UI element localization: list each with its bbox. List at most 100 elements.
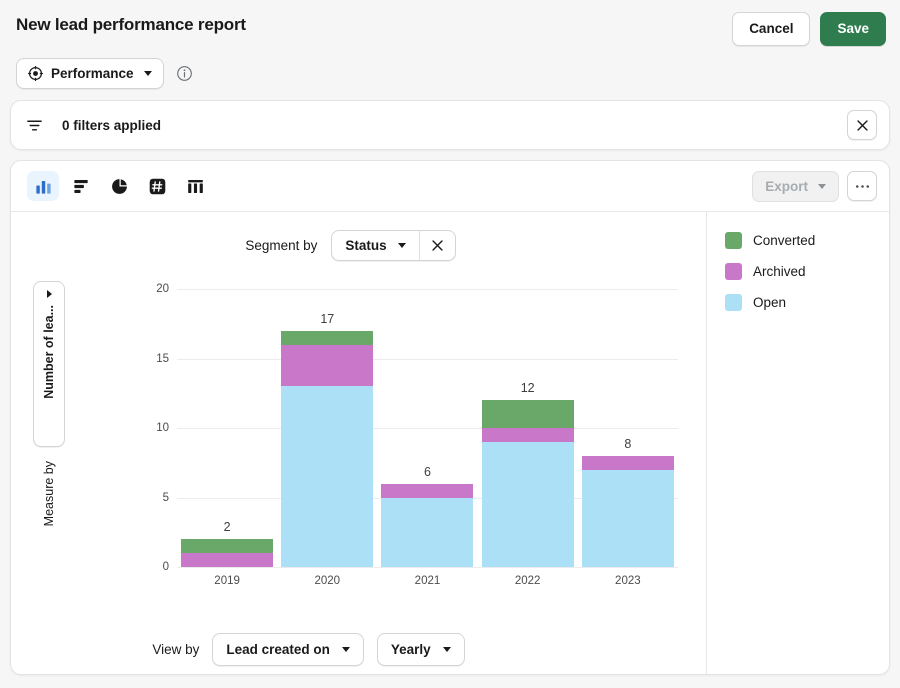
bar-total-label: 8 [624,436,632,451]
page-title: New lead performance report [16,15,246,34]
chart-body: Segment by Status Number of lea... Measu… [11,212,889,674]
bar-total-label: 17 [320,311,335,326]
close-icon [432,240,443,251]
filter-icon[interactable] [25,116,44,135]
chevron-down-icon [397,243,406,248]
segment-by-label: Segment by [245,238,318,253]
bar-series: 2 17 6 12 8 [177,277,678,567]
y-axis-tick-label: 5 [162,491,169,504]
hash-number-icon [149,178,165,194]
bar-segment[interactable] [281,330,374,345]
horizontal-bar-chart-icon [73,179,88,193]
cancel-button[interactable]: Cancel [732,12,811,46]
legend-swatch [725,263,742,280]
y-axis-tick-label: 20 [156,283,169,295]
measure-column: Number of lea... Measure by [27,281,71,591]
legend-label: Open [753,295,787,310]
bar-total-label: 2 [223,520,231,535]
bar-segment[interactable] [181,553,274,567]
bar-total-label: 6 [423,464,431,479]
legend-item[interactable]: Archived [725,263,889,280]
y-axis-tick-label: 10 [156,422,169,434]
bar-segment[interactable] [281,386,374,567]
viz-tab-pie-chart[interactable] [103,171,135,201]
filter-bar: 0 filters applied [10,100,890,150]
legend-swatch [725,232,742,249]
chevron-right-icon [46,290,52,298]
bar-segment[interactable] [481,428,574,442]
y-axis-tick-label: 15 [156,352,169,365]
chevron-down-icon [143,70,152,76]
bar-column[interactable]: 17 [281,277,374,567]
more-actions-button[interactable] [847,171,877,201]
chart-card: Export Segment by Status Number of lea..… [10,160,890,675]
info-icon[interactable] [176,65,193,82]
legend-label: Converted [753,233,816,248]
viz-tab-table[interactable] [179,171,211,201]
legend-swatch [725,294,742,311]
bar-column[interactable]: 2 [181,277,274,567]
x-axis-label: 2023 [615,575,641,587]
toolbar-right-actions: Export [752,170,877,202]
chart-main-area: Segment by Status Number of lea... Measu… [11,212,707,674]
chart-legend: Converted Archived Open [707,212,889,674]
close-icon [856,119,868,131]
vertical-bar-chart-icon [35,180,51,194]
bar-column[interactable]: 8 [581,277,674,567]
bar-segment[interactable] [581,469,674,567]
x-axis-label: 2019 [214,575,240,587]
chevron-down-icon [341,647,350,652]
measure-axis-label: Number of lea... [42,305,56,399]
plot-area: Number of lea... Measure by 0 5 10 15 20 2 17… [11,269,690,599]
view-by-label: View by [152,642,200,657]
close-filter-bar-button[interactable] [847,110,877,140]
chart-plot: 0 5 10 15 20 2 17 6 12 8 2019 2020 2021 2022 2023 [143,277,682,599]
export-label: Export [765,178,808,194]
bar-segment[interactable] [181,539,274,554]
legend-item[interactable]: Converted [725,232,889,249]
measure-select[interactable]: Number of lea... [33,281,65,447]
clear-segment-button[interactable] [418,231,455,260]
y-axis-tick-label: 0 [162,561,169,573]
view-by-dimension-value: Lead created on [226,642,330,657]
bar-segment[interactable] [481,400,574,429]
measure-by-caption: Measure by [42,461,56,527]
legend-item[interactable]: Open [725,294,889,311]
view-by-dimension-select[interactable]: Lead created on [212,633,364,666]
bar-total-label: 12 [520,381,535,396]
x-axis-label: 2020 [314,575,341,587]
export-button[interactable]: Export [752,170,839,202]
segment-by-control: Status [331,230,456,261]
report-type-row: Performance [0,48,900,92]
x-axis-label: 2022 [514,575,541,587]
table-icon [187,179,203,193]
ellipsis-icon [855,184,869,188]
bar-segment[interactable] [381,497,474,567]
viz-tab-vertical-bar-chart[interactable] [27,171,59,201]
bar-segment[interactable] [581,455,674,470]
viz-tab-single-number[interactable] [141,171,173,201]
bar-column[interactable]: 12 [481,277,574,567]
report-type-label: Performance [51,65,134,81]
legend-label: Archived [753,264,806,279]
bar-column[interactable]: 6 [381,277,474,567]
filters-applied-label: 0 filters applied [62,117,162,133]
save-button[interactable]: Save [820,12,886,46]
visualization-type-tabs [27,171,211,201]
chevron-down-icon [818,183,826,189]
bar-segment[interactable] [281,344,374,387]
segment-by-select[interactable]: Status [332,231,418,260]
view-by-interval-select[interactable]: Yearly [376,633,465,666]
chevron-down-icon [442,647,451,652]
x-axis-labels: 2019 2020 2021 2022 2023 [177,575,678,623]
report-type-selector[interactable]: Performance [16,57,164,89]
visualization-toolbar: Export [11,161,889,212]
bar-segment[interactable] [481,441,574,567]
view-by-interval-value: Yearly [390,642,431,657]
viz-tab-horizontal-bar-chart[interactable] [65,171,97,201]
filter-bar-left: 0 filters applied [25,116,161,135]
segment-by-value: Status [345,238,387,253]
gridline [177,567,678,568]
top-bar: New lead performance report Cancel Save [0,0,900,48]
bar-segment[interactable] [381,483,474,498]
